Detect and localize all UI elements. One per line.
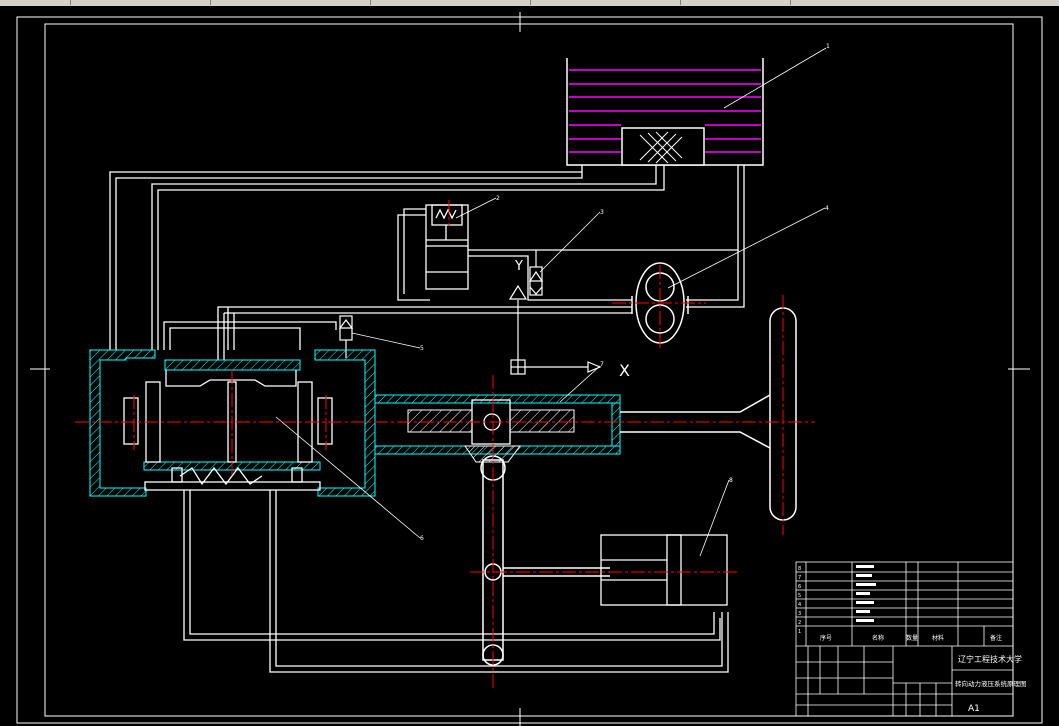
callout-7: 7 [600, 361, 604, 368]
power-cylinder [600, 534, 728, 606]
callout-6: 6 [420, 535, 424, 542]
toolbar-segment[interactable] [530, 0, 681, 5]
drawing-title: 转向动力液压系统原理图 [955, 679, 1027, 688]
centerlines [75, 200, 815, 690]
control-valve [123, 370, 333, 491]
parts-row-num: 1 [798, 629, 801, 635]
symbol-y: Y [514, 259, 523, 274]
parts-row-num: 4 [798, 602, 801, 608]
callout-8: 8 [729, 477, 733, 484]
symbol-x: X [619, 361, 630, 380]
header-seq: 序号 [820, 634, 832, 642]
parts-row-num: 2 [798, 620, 801, 626]
school-name: 辽宁工程技术大学 [958, 654, 1022, 664]
toolbar-segment[interactable] [70, 0, 211, 5]
check-valve-3 [528, 250, 544, 296]
toolbar-segment[interactable] [680, 0, 791, 5]
header-material: 材料 [932, 634, 944, 642]
callout-3: 3 [600, 209, 604, 216]
toolbar-segment[interactable] [210, 0, 371, 5]
parts-row-num: 6 [798, 584, 801, 590]
cad-drawing-canvas[interactable]: Y X 1 2 3 4 5 6 7 8 8 7 6 5 4 3 2 1 序号 名… [0, 6, 1059, 726]
header-name: 名称 [872, 634, 884, 642]
header-remark: 备注 [990, 634, 1002, 642]
header-qty: 数量 [906, 634, 918, 642]
parts-row-num: 7 [798, 575, 801, 581]
toolbar-segment[interactable] [0, 0, 71, 5]
relief-valve [425, 204, 469, 290]
sheet-size: A1 [968, 704, 980, 714]
callout-1: 1 [826, 43, 830, 50]
flow-symbols [508, 284, 602, 375]
steering-wheel [620, 307, 797, 521]
callout-2: 2 [496, 195, 500, 202]
parts-row-num: 8 [798, 566, 801, 572]
parts-row-num: 5 [798, 593, 801, 599]
toolbar-segment[interactable] [370, 0, 531, 5]
callout-5: 5 [420, 345, 424, 352]
parts-row-num: 3 [798, 611, 801, 617]
callout-4: 4 [825, 205, 829, 212]
oil-tank [566, 58, 764, 166]
